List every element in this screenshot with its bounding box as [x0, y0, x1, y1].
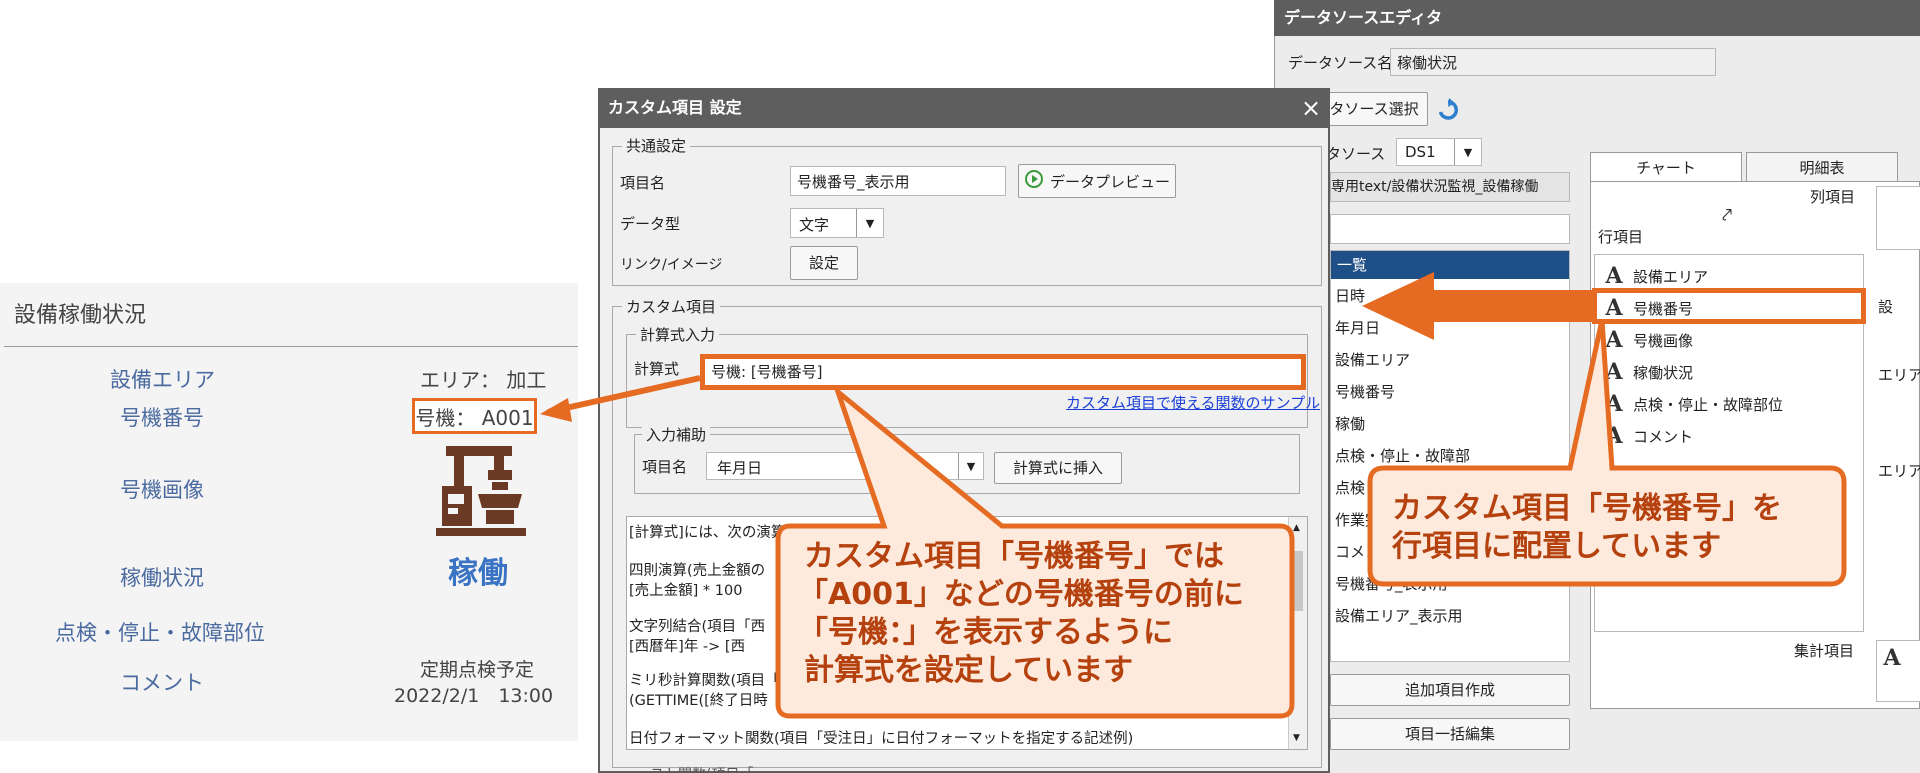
arrow-head — [540, 398, 572, 422]
formula-to-preview-arrow — [547, 375, 701, 415]
formula-callout-line: 「号機：」を表示するように — [798, 615, 1173, 650]
formula-callout-line: 計算式を設定しています — [804, 653, 1134, 688]
row-callout-line: カスタム項目「号機番号」を — [1392, 491, 1782, 526]
formula-callout-line: 「A001」などの号機番号の前に — [798, 577, 1244, 612]
row-callout-line: 行項目に配置しています — [1392, 529, 1722, 564]
row-to-field-arrow — [1362, 272, 1592, 340]
formula-callout-line: カスタム項目「号機番号」では — [804, 539, 1224, 574]
